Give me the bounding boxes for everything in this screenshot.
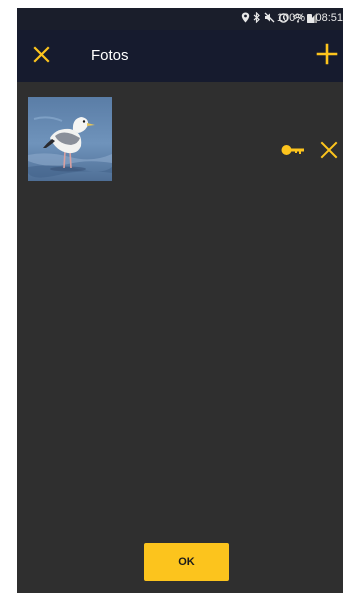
- mute-icon: [264, 12, 275, 23]
- gull-photo: [28, 97, 112, 181]
- location-icon: [241, 12, 250, 23]
- battery-level: 100%: [276, 12, 305, 24]
- app-screen: 100% 08:51 Fotos OK: [17, 8, 343, 593]
- set-key-button[interactable]: [280, 141, 306, 159]
- close-button[interactable]: [29, 42, 55, 68]
- ok-button[interactable]: OK: [144, 543, 229, 581]
- add-photo-button[interactable]: [313, 40, 341, 68]
- page-title: Fotos: [91, 47, 129, 64]
- close-icon: [320, 141, 338, 159]
- remove-photo-button[interactable]: [319, 140, 339, 160]
- photo-thumbnail[interactable]: [28, 97, 112, 181]
- status-time: 08:51: [315, 12, 343, 24]
- close-icon: [33, 46, 50, 63]
- key-icon: [281, 145, 304, 155]
- status-bar: 100% 08:51: [17, 8, 343, 30]
- app-bar: Fotos: [17, 30, 343, 82]
- add-icon: [316, 43, 338, 65]
- battery-icon: [307, 14, 312, 23]
- bluetooth-icon: [253, 12, 260, 23]
